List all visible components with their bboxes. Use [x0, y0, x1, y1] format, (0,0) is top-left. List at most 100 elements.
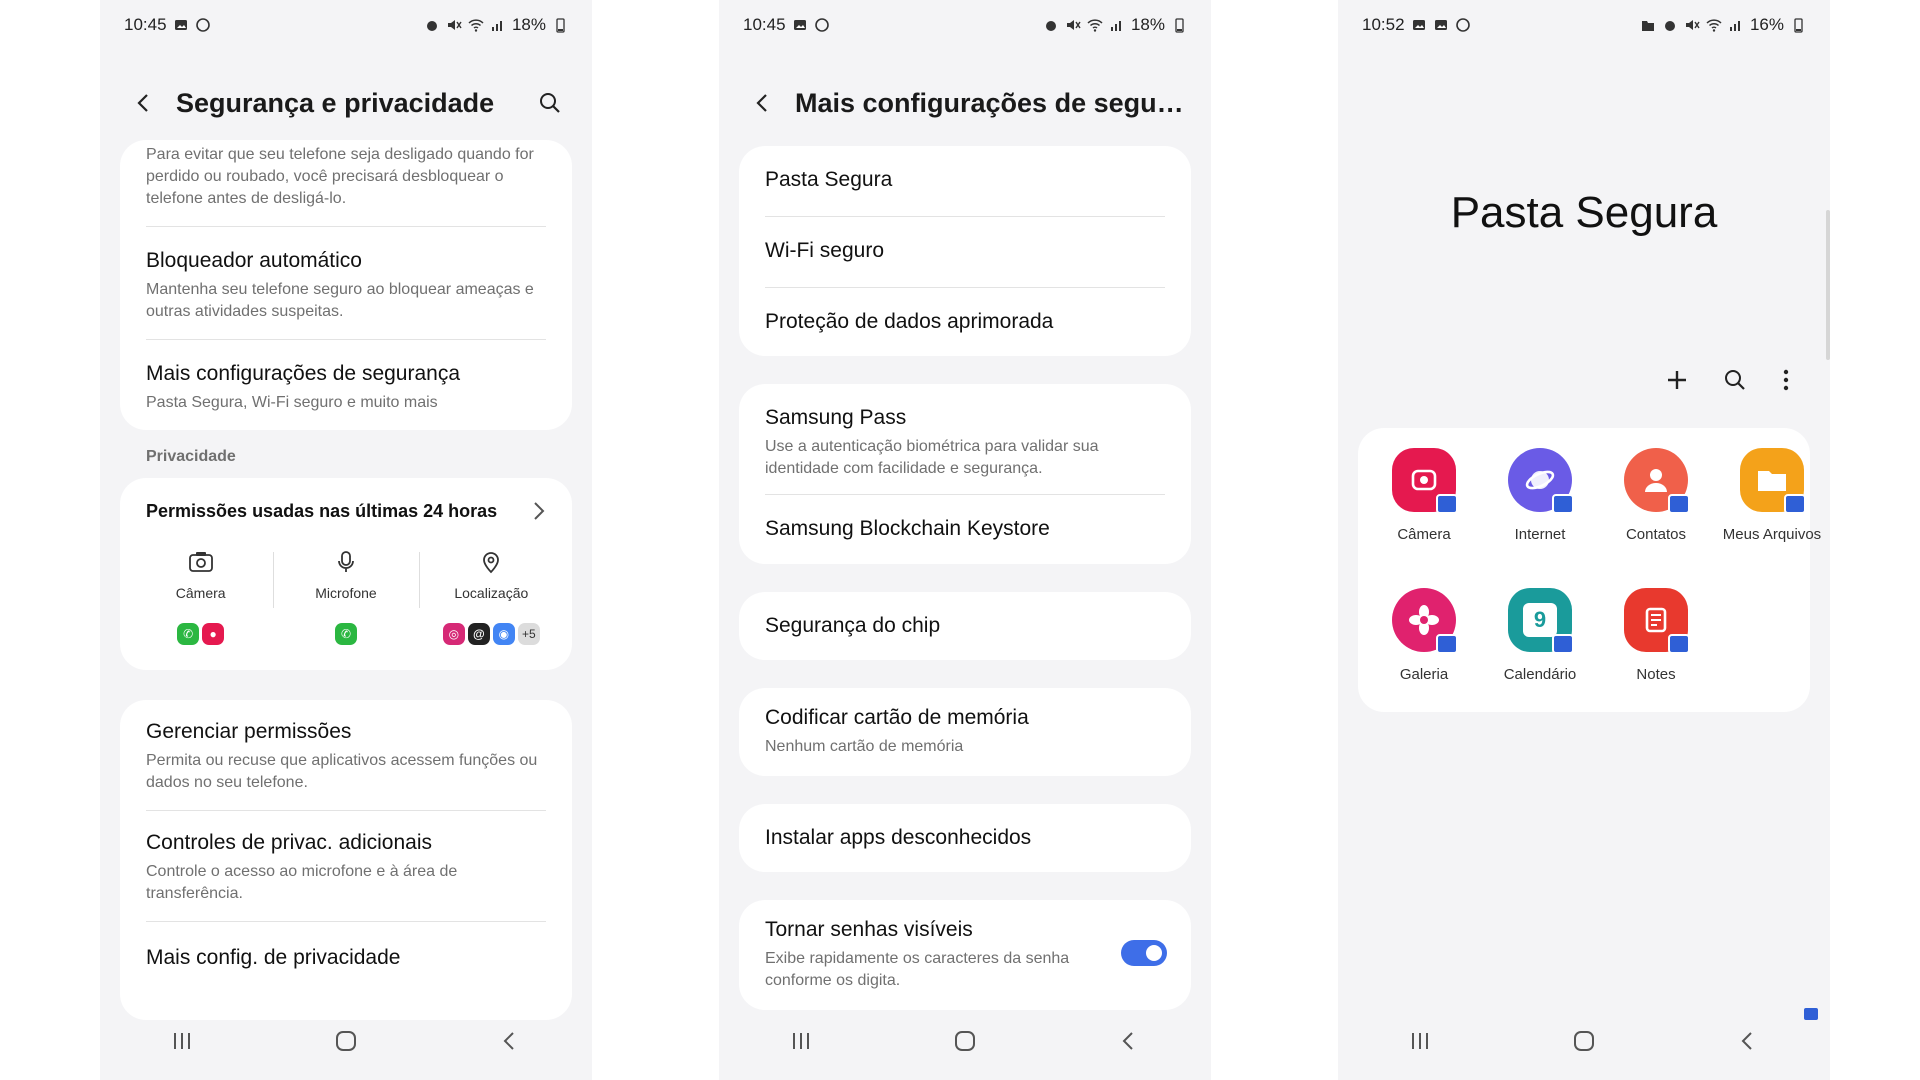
permissions-card: Permissões usadas nas últimas 24 horas C… [120, 478, 572, 670]
gallery-app-icon [1392, 588, 1458, 654]
encrypt-memory-card-item[interactable]: Codificar cartão de memória Nenhum cartã… [739, 688, 1191, 758]
signal-icon [490, 17, 506, 33]
status-time: 10:45 [124, 15, 167, 34]
secure-folder-item[interactable]: Pasta Segura [739, 146, 1191, 216]
blockchain-keystore-item[interactable]: Samsung Blockchain Keystore [739, 495, 1191, 541]
plus-icon [1668, 371, 1686, 389]
samsung-pass-item[interactable]: Samsung Pass Use a autenticação biométri… [739, 384, 1191, 494]
memory-card-card: Codificar cartão de memória Nenhum cartã… [739, 688, 1191, 776]
samsung-pass-card: Samsung Pass Use a autenticação biométri… [739, 384, 1191, 564]
whatsapp-app-icon: ✆ [334, 623, 357, 645]
app-gallery[interactable]: Galeria [1369, 588, 1479, 683]
status-bar: 10:45 18% [100, 10, 592, 40]
battery-icon [1790, 17, 1806, 33]
back-button[interactable] [124, 83, 164, 123]
battery-percent: 18% [1130, 15, 1165, 34]
status-bar: 10:45 18% [719, 10, 1211, 40]
permission-camera-label: Câmera [175, 585, 226, 601]
manage-permissions-item[interactable]: Gerenciar permissões Permita ou recuse q… [120, 700, 572, 794]
auto-blocker-item[interactable]: Bloqueador automático Mantenha seu telef… [120, 227, 572, 323]
battery-icon [552, 17, 568, 33]
recents-button[interactable] [1400, 1021, 1440, 1061]
install-unknown-apps-item[interactable]: Instalar apps desconhecidos [739, 804, 1191, 850]
navigation-bar [100, 1016, 592, 1066]
permission-microphone[interactable]: Microfone ✆ [273, 550, 418, 645]
permission-location-label: Localização [454, 585, 529, 601]
app-gallery-label: Galeria [1399, 666, 1449, 683]
more-privacy-settings-item[interactable]: Mais config. de privacidade [120, 922, 572, 970]
add-app-button[interactable] [1657, 360, 1697, 400]
permission-camera[interactable]: Câmera ✆ ● [128, 550, 273, 645]
lock-badge-icon [1552, 634, 1574, 654]
chevron-left-icon [137, 94, 148, 112]
app-my-files[interactable]: Meus Arquivos [1717, 448, 1827, 543]
app-notes[interactable]: Notes [1601, 588, 1711, 683]
permission-location[interactable]: Localização ◎ @ ◉ +5 [418, 550, 564, 645]
lock-badge-icon [1668, 494, 1690, 514]
show-passwords-toggle[interactable] [1121, 940, 1167, 966]
intro-text: Para evitar que seu telefone seja deslig… [146, 146, 534, 207]
search-button[interactable] [1715, 360, 1755, 400]
back-nav-icon [503, 1032, 514, 1050]
phone-screen-secure-folder: 10:52 16% Pasta Segura Câmera Internet C… [1338, 0, 1830, 1080]
recents-button[interactable] [781, 1021, 821, 1061]
app-notes-label: Notes [1636, 666, 1676, 683]
additional-privacy-title: Controles de privac. adicionais [146, 831, 432, 854]
encrypt-memory-card-subtitle: Nenhum cartão de memória [765, 738, 964, 755]
recents-button[interactable] [162, 1021, 202, 1061]
more-privacy-title: Mais config. de privacidade [146, 946, 401, 969]
phone-screen-security-privacy: 10:45 18% Segurança e privacidade Para e… [100, 0, 592, 1080]
auto-blocker-subtitle: Mantenha seu telefone seguro ao bloquear… [146, 281, 534, 320]
home-button[interactable] [326, 1021, 366, 1061]
more-security-settings-item[interactable]: Mais configurações de segurança Pasta Se… [120, 340, 572, 414]
back-nav-button[interactable] [490, 1021, 530, 1061]
image-notification-icon [792, 17, 808, 33]
back-nav-button[interactable] [1109, 1021, 1149, 1061]
status-time: 10:45 [743, 15, 786, 34]
lock-badge-icon [1784, 494, 1806, 514]
back-nav-icon [1741, 1032, 1752, 1050]
back-button[interactable] [743, 83, 783, 123]
app-internet[interactable]: Internet [1485, 448, 1595, 543]
image-notification-icon [173, 17, 189, 33]
enhanced-data-protection-item[interactable]: Proteção de dados aprimorada [739, 288, 1191, 358]
chevron-left-icon [756, 94, 767, 112]
wifi-icon [1087, 17, 1103, 33]
manage-permissions-title: Gerenciar permissões [146, 720, 352, 743]
app-camera[interactable]: Câmera [1369, 448, 1479, 543]
calendar-day: 9 [1523, 603, 1557, 637]
app-calendar-label: Calendário [1503, 666, 1577, 683]
additional-privacy-controls-item[interactable]: Controles de privac. adicionais Controle… [120, 811, 572, 905]
lock-badge-icon [1668, 634, 1690, 654]
wifi-icon [1706, 17, 1722, 33]
more-options-button[interactable] [1766, 360, 1806, 400]
home-button[interactable] [1564, 1021, 1604, 1061]
status-time: 10:52 [1362, 15, 1405, 34]
secure-wifi-item[interactable]: Wi-Fi seguro [739, 217, 1191, 287]
permissions-title: Permissões usadas nas últimas 24 horas [146, 500, 498, 521]
search-button[interactable] [530, 83, 570, 123]
secure-folder-title: Pasta Segura [1450, 188, 1718, 237]
back-nav-button[interactable] [1728, 1021, 1768, 1061]
app-contacts-label: Contatos [1625, 526, 1687, 543]
home-icon [1574, 1031, 1594, 1051]
scrollbar[interactable] [1826, 210, 1830, 360]
back-nav-icon [1122, 1032, 1133, 1050]
privacy-card: Gerenciar permissões Permita ou recuse q… [120, 700, 572, 1020]
recents-icon [174, 1033, 190, 1049]
show-passwords-subtitle: Exibe rapidamente os caracteres da senha… [765, 950, 1070, 989]
chip-security-item[interactable]: Segurança do chip [739, 592, 1191, 638]
home-button[interactable] [945, 1021, 985, 1061]
app-contacts[interactable]: Contatos [1601, 448, 1711, 543]
recents-icon [793, 1033, 809, 1049]
whatsapp-notification-icon [814, 17, 830, 33]
auto-blocker-title: Bloqueador automático [146, 249, 362, 272]
camera-apps: ✆ ● [128, 623, 273, 645]
battery-icon [1171, 17, 1187, 33]
encrypt-memory-card-title: Codificar cartão de memória [765, 706, 1029, 729]
app-calendar[interactable]: 9 Calendário [1485, 588, 1595, 683]
enhanced-data-protection-label: Proteção de dados aprimorada [765, 310, 1054, 333]
secure-folder-label: Pasta Segura [765, 168, 893, 191]
lock-badge-icon [1552, 494, 1574, 514]
permissions-header[interactable]: Permissões usadas nas últimas 24 horas [120, 478, 572, 522]
